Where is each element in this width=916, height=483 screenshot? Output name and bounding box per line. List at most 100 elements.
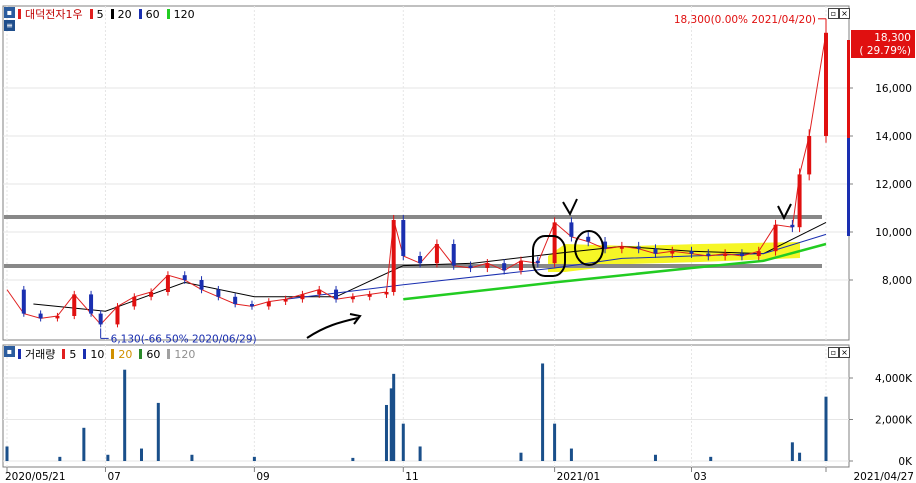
price-panel-close-icon[interactable]: × <box>839 8 850 19</box>
candle-body <box>21 289 26 314</box>
price-range-bar-red <box>847 40 850 138</box>
x-tick-label: 2021/04/27 <box>853 471 914 483</box>
candle-body <box>790 224 795 228</box>
candle-body <box>38 313 43 319</box>
stock-chart: 16,000 14,000 12,000 10,000 8,000 4,000K 2,00… <box>2 5 915 483</box>
volume-legend: 거래량 5 10 20 60 120 <box>18 346 195 362</box>
candle-body <box>807 136 812 175</box>
x-tick-label: 07 <box>107 471 120 483</box>
candle-body <box>485 263 490 268</box>
low-annotation: 6,130(-66.50% 2020/06/29) <box>111 333 257 345</box>
candle-body <box>334 289 339 300</box>
candle-body <box>98 313 103 325</box>
candle-body <box>317 289 322 295</box>
candle-body <box>723 253 728 256</box>
volume-bar <box>541 363 545 461</box>
candle-body <box>451 244 456 266</box>
candle-body <box>756 251 761 256</box>
candle-body <box>586 236 591 242</box>
candle-body <box>182 275 187 280</box>
candle-body <box>418 256 423 264</box>
candle-body <box>797 174 802 228</box>
candle-body <box>569 222 574 237</box>
x-tick-label: 11 <box>405 471 418 483</box>
volume-y-tick-label: 2,000K <box>875 415 913 427</box>
volume-panel-minimize-icon[interactable]: ▫ <box>828 347 839 358</box>
candle-body <box>706 253 711 256</box>
candle-body <box>502 263 507 271</box>
volume-y-tick-label: 0K <box>898 456 913 468</box>
candle-body <box>249 304 254 307</box>
volume-panel-menu-icon[interactable]: ▪ <box>4 346 15 357</box>
volume-bar <box>519 452 523 461</box>
price-range-bar-blue <box>847 138 850 236</box>
candle-body <box>535 260 540 264</box>
candle-body <box>434 244 439 264</box>
volume-bar <box>401 423 405 461</box>
current-change-tag: ( 29.79%) <box>859 45 911 57</box>
candle-body <box>132 296 137 307</box>
candle-body <box>619 246 624 249</box>
volume-bar <box>123 369 127 461</box>
price-panel-menu-icon[interactable]: ▪ <box>4 7 15 18</box>
legend-vol-ma-60: 60 <box>146 347 161 361</box>
volume-bar <box>553 423 557 461</box>
candle-body <box>401 220 406 256</box>
high-annotation: 18,300(0.00% 2021/04/20) <box>674 14 816 26</box>
candle-body <box>89 294 94 314</box>
candle-body <box>300 294 305 300</box>
volume-bar <box>790 442 794 461</box>
legend-volume-title: 거래량 <box>25 348 56 361</box>
x-tick-label: 03 <box>694 471 707 483</box>
volume-bar <box>252 456 256 461</box>
x-tick-label: 2021/01 <box>557 471 601 483</box>
volume-bar <box>5 446 9 461</box>
volume-bar <box>824 396 828 461</box>
candle-body <box>653 248 658 254</box>
price-panel-minimize-icon[interactable]: ▫ <box>828 8 839 19</box>
candle-body <box>824 32 828 136</box>
legend-vol-ma-5: 5 <box>69 347 77 361</box>
volume-bar <box>190 454 194 461</box>
volume-bar <box>418 446 422 461</box>
price-y-tick-label: 10,000 <box>875 227 912 239</box>
price-y-tick-label: 14,000 <box>875 131 912 143</box>
candle-body <box>636 246 641 249</box>
x-tick-label: 2020/05/21 <box>5 471 66 483</box>
price-legend: 대덕전자1우 5 20 60 120 <box>18 6 195 22</box>
candle-body <box>115 306 120 325</box>
candle-body <box>367 294 372 297</box>
candle-body <box>72 294 77 316</box>
candle-body <box>384 292 389 295</box>
candle-body <box>739 253 744 256</box>
candle-body <box>773 224 778 252</box>
x-tick-label: 09 <box>256 471 269 483</box>
candle-body <box>216 289 221 297</box>
volume-bar <box>709 456 713 461</box>
volume-bar <box>106 454 110 461</box>
candle-body <box>199 280 204 290</box>
resistance-line <box>4 215 822 219</box>
volume-bar <box>653 454 657 461</box>
volume-y-tick-label: 4,000K <box>875 373 913 385</box>
volume-bar <box>58 456 62 461</box>
candle-body <box>689 251 694 254</box>
volume-bar <box>798 452 802 461</box>
candle-body <box>283 299 288 302</box>
legend-ma-20: 20 <box>117 7 132 21</box>
candle-body <box>468 265 473 268</box>
candle-body <box>55 316 60 319</box>
legend-ma-5: 5 <box>96 7 104 21</box>
volume-panel-frame <box>2 344 850 468</box>
chart-menu-icon[interactable]: ≡ <box>4 20 15 31</box>
candle-body <box>670 251 675 254</box>
legend-vol-ma-120: 120 <box>174 347 196 361</box>
legend-ma-60: 60 <box>145 7 160 21</box>
volume-bar <box>392 373 396 461</box>
volume-panel-close-icon[interactable]: × <box>839 347 850 358</box>
price-y-tick-label: 16,000 <box>875 83 912 95</box>
volume-bar <box>569 448 573 461</box>
price-panel-frame <box>2 5 850 341</box>
candle-body <box>518 260 523 271</box>
candle-body <box>165 275 170 292</box>
